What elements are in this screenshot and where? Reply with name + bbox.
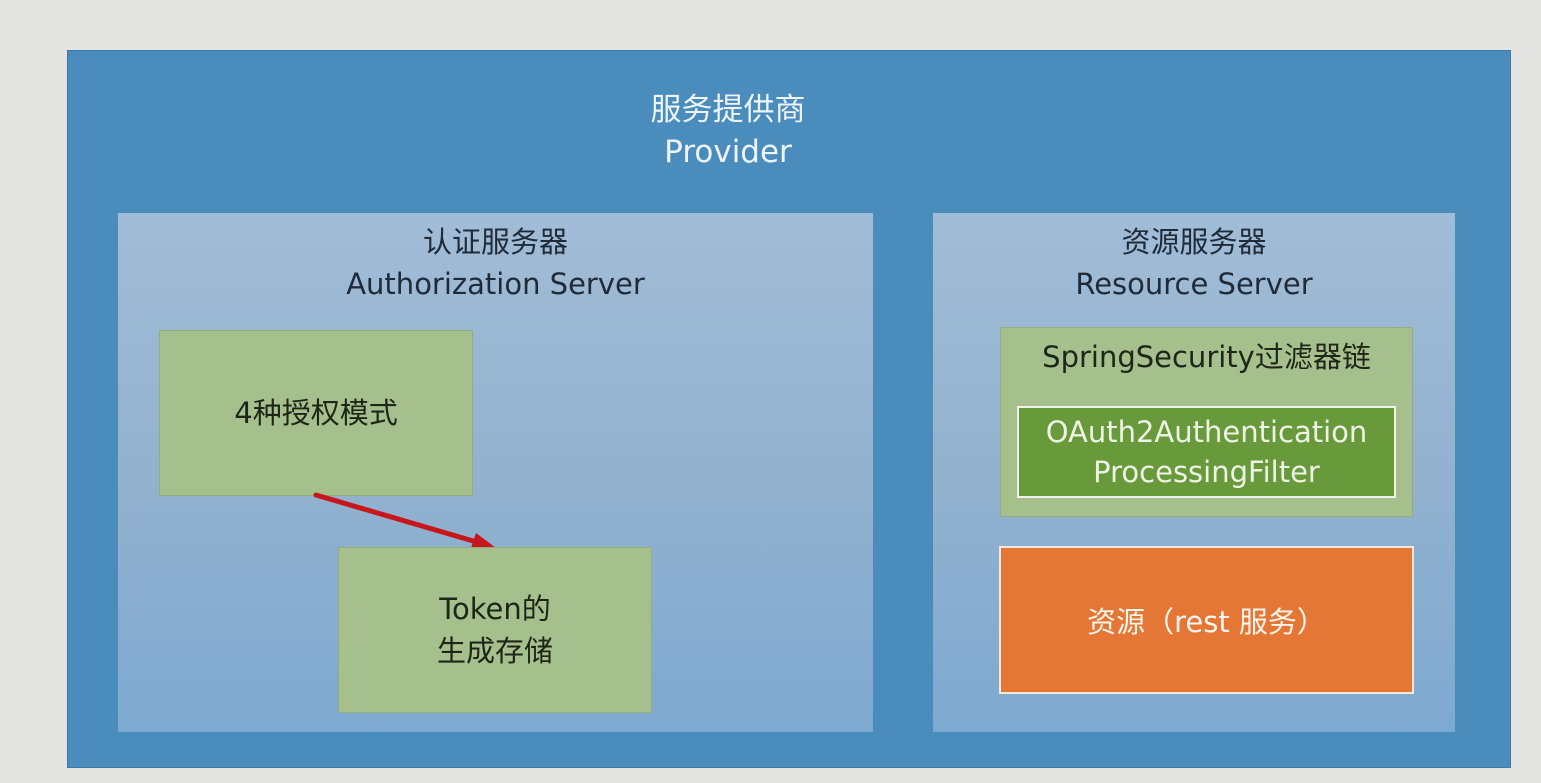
provider-title-cn: 服务提供商 [650, 92, 806, 128]
oauth2-filter-line1: OAuth2Authentication [1045, 415, 1368, 449]
authorization-server-title: 认证服务器 Authorization Server [118, 221, 873, 305]
provider-container: 服务提供商 Provider 认证服务器 Authorization Serve… [67, 50, 1511, 768]
authorization-server-title-cn: 认证服务器 [422, 225, 568, 259]
authorization-server-panel: 认证服务器 Authorization Server 4种授权模式 Token的… [118, 213, 873, 732]
rest-resource-label: 资源（rest 服务） [1087, 605, 1326, 639]
oauth2-filter-line2: ProcessingFilter [1093, 455, 1320, 489]
oauth2-filter-box: OAuth2Authentication ProcessingFilter [1017, 406, 1396, 498]
rest-resource-box: 资源（rest 服务） [999, 546, 1414, 694]
grant-modes-box: 4种授权模式 [159, 330, 473, 496]
token-label-line2: 生成存储 [436, 634, 553, 668]
provider-title: 服务提供商 Provider [68, 89, 1388, 173]
token-storage-box: Token的 生成存储 [338, 547, 652, 713]
provider-title-en: Provider [664, 134, 792, 170]
grant-modes-label: 4种授权模式 [234, 396, 398, 430]
token-label-line1: Token的 [439, 592, 551, 626]
filter-chain-label: SpringSecurity过滤器链 [1042, 340, 1371, 374]
filter-chain-box: SpringSecurity过滤器链 OAuth2Authentication … [1000, 327, 1413, 517]
resource-server-title: 资源服务器 Resource Server [933, 221, 1455, 305]
resource-server-title-en: Resource Server [1075, 267, 1313, 301]
authorization-server-title-en: Authorization Server [346, 267, 645, 301]
resource-server-title-cn: 资源服务器 [1121, 225, 1267, 259]
resource-server-panel: 资源服务器 Resource Server SpringSecurity过滤器链… [933, 213, 1455, 732]
